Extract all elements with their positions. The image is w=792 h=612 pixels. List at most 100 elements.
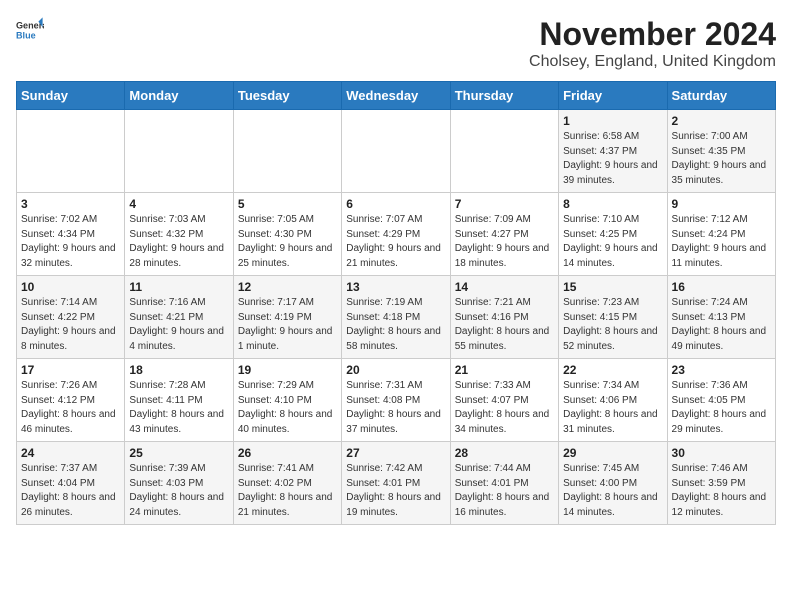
calendar-cell: 9 Sunrise: 7:12 AM Sunset: 4:24 PM Daylig… [667,193,775,276]
day-number: 2 [672,114,771,128]
calendar-cell [125,110,233,193]
day-header-saturday: Saturday [667,82,775,110]
svg-text:Blue: Blue [16,30,36,40]
day-number: 25 [129,446,228,460]
day-info: Sunrise: 7:26 AM Sunset: 4:12 PM Dayligh… [21,379,120,437]
day-info: Sunrise: 7:34 AM Sunset: 4:06 PM Dayligh… [563,379,662,437]
calendar-cell: 22Sunrise: 7:34 AM Sunset: 4:06 PM Dayli… [559,359,667,442]
calendar-cell: 30Sunrise: 7:46 AM Sunset: 3:59 PM Dayli… [667,442,775,525]
calendar-cell: 24 Sunrise: 7:37 AM Sunset: 4:04 PM Dayli… [17,442,125,525]
day-number: 16 [672,280,771,294]
calendar-cell: 15 Sunrise: 7:23 AM Sunset: 4:15 PM Dayli… [559,276,667,359]
calendar-cell: 8 Sunrise: 7:10 AM Sunset: 4:25 PM Daylig… [559,193,667,276]
day-number: 10 [21,280,120,294]
calendar-cell: 14 Sunrise: 7:21 AM Sunset: 4:16 PM Dayli… [450,276,558,359]
day-info: Sunrise: 7:33 AM Sunset: 4:07 PM Dayligh… [455,379,554,437]
logo-icon: General Blue [16,16,44,44]
day-number: 27 [346,446,445,460]
day-number: 26 [238,446,337,460]
day-number: 17 [21,363,120,377]
day-header-row: SundayMondayTuesdayWednesdayThursdayFrid… [17,82,776,110]
day-header-monday: Monday [125,82,233,110]
calendar-cell: 21 Sunrise: 7:33 AM Sunset: 4:07 PM Dayli… [450,359,558,442]
day-info: Sunrise: 7:46 AM Sunset: 3:59 PM Dayligh… [672,462,771,520]
day-number: 6 [346,197,445,211]
day-number: 29 [563,446,662,460]
calendar-cell [233,110,341,193]
day-info: Sunrise: 7:45 AM Sunset: 4:00 PM Dayligh… [563,462,662,520]
week-row-3: 17 Sunrise: 7:26 AM Sunset: 4:12 PM Dayli… [17,359,776,442]
day-info: Sunrise: 7:36 AM Sunset: 4:05 PM Dayligh… [672,379,771,437]
header: General Blue November 2024 Cholsey, Engl… [16,16,776,71]
calendar-cell [342,110,450,193]
calendar-cell: 28 Sunrise: 7:44 AM Sunset: 4:01 PM Dayli… [450,442,558,525]
day-info: Sunrise: 7:17 AM Sunset: 4:19 PM Dayligh… [238,296,337,354]
calendar-cell: 5Sunrise: 7:05 AM Sunset: 4:30 PM Daylig… [233,193,341,276]
day-number: 15 [563,280,662,294]
day-info: Sunrise: 6:58 AM Sunset: 4:37 PM Dayligh… [563,130,662,188]
calendar-table: SundayMondayTuesdayWednesdayThursdayFrid… [16,81,776,525]
day-number: 11 [129,280,228,294]
day-number: 23 [672,363,771,377]
day-info: Sunrise: 7:12 AM Sunset: 4:24 PM Dayligh… [672,213,771,271]
day-info: Sunrise: 7:39 AM Sunset: 4:03 PM Dayligh… [129,462,228,520]
calendar-cell: 18 Sunrise: 7:28 AM Sunset: 4:11 PM Dayli… [125,359,233,442]
day-info: Sunrise: 7:02 AM Sunset: 4:34 PM Dayligh… [21,213,120,271]
calendar-cell: 3 Sunrise: 7:02 AM Sunset: 4:34 PM Daylig… [17,193,125,276]
day-info: Sunrise: 7:42 AM Sunset: 4:01 PM Dayligh… [346,462,445,520]
day-header-sunday: Sunday [17,82,125,110]
calendar-cell: 1 Sunrise: 6:58 AM Sunset: 4:37 PM Daylig… [559,110,667,193]
week-row-0: 1 Sunrise: 6:58 AM Sunset: 4:37 PM Daylig… [17,110,776,193]
day-header-friday: Friday [559,82,667,110]
calendar-cell: 11Sunrise: 7:16 AM Sunset: 4:21 PM Dayli… [125,276,233,359]
calendar-cell: 16 Sunrise: 7:24 AM Sunset: 4:13 PM Dayli… [667,276,775,359]
day-info: Sunrise: 7:24 AM Sunset: 4:13 PM Dayligh… [672,296,771,354]
day-info: Sunrise: 7:37 AM Sunset: 4:04 PM Dayligh… [21,462,120,520]
day-number: 3 [21,197,120,211]
day-info: Sunrise: 7:19 AM Sunset: 4:18 PM Dayligh… [346,296,445,354]
calendar-cell: 2 Sunrise: 7:00 AM Sunset: 4:35 PM Daylig… [667,110,775,193]
day-header-wednesday: Wednesday [342,82,450,110]
title-area: November 2024 Cholsey, England, United K… [529,16,776,71]
day-info: Sunrise: 7:10 AM Sunset: 4:25 PM Dayligh… [563,213,662,271]
calendar-cell: 12Sunrise: 7:17 AM Sunset: 4:19 PM Dayli… [233,276,341,359]
day-number: 24 [21,446,120,460]
calendar-cell: 13Sunrise: 7:19 AM Sunset: 4:18 PM Dayli… [342,276,450,359]
day-info: Sunrise: 7:29 AM Sunset: 4:10 PM Dayligh… [238,379,337,437]
day-number: 28 [455,446,554,460]
day-number: 4 [129,197,228,211]
calendar-cell: 27 Sunrise: 7:42 AM Sunset: 4:01 PM Dayli… [342,442,450,525]
day-number: 19 [238,363,337,377]
day-number: 21 [455,363,554,377]
calendar-cell: 19 Sunrise: 7:29 AM Sunset: 4:10 PM Dayli… [233,359,341,442]
calendar-cell [450,110,558,193]
calendar-cell: 4Sunrise: 7:03 AM Sunset: 4:32 PM Daylig… [125,193,233,276]
day-info: Sunrise: 7:09 AM Sunset: 4:27 PM Dayligh… [455,213,554,271]
calendar-cell: 17 Sunrise: 7:26 AM Sunset: 4:12 PM Dayli… [17,359,125,442]
day-number: 9 [672,197,771,211]
day-info: Sunrise: 7:28 AM Sunset: 4:11 PM Dayligh… [129,379,228,437]
calendar-cell: 25 Sunrise: 7:39 AM Sunset: 4:03 PM Dayli… [125,442,233,525]
day-number: 8 [563,197,662,211]
day-info: Sunrise: 7:44 AM Sunset: 4:01 PM Dayligh… [455,462,554,520]
day-number: 14 [455,280,554,294]
day-info: Sunrise: 7:31 AM Sunset: 4:08 PM Dayligh… [346,379,445,437]
day-info: Sunrise: 7:41 AM Sunset: 4:02 PM Dayligh… [238,462,337,520]
day-info: Sunrise: 7:23 AM Sunset: 4:15 PM Dayligh… [563,296,662,354]
day-number: 1 [563,114,662,128]
day-number: 20 [346,363,445,377]
page-title: November 2024 [529,16,776,53]
day-number: 7 [455,197,554,211]
day-number: 18 [129,363,228,377]
calendar-cell: 23 Sunrise: 7:36 AM Sunset: 4:05 PM Dayli… [667,359,775,442]
day-header-tuesday: Tuesday [233,82,341,110]
calendar-cell: 7 Sunrise: 7:09 AM Sunset: 4:27 PM Daylig… [450,193,558,276]
calendar-cell: 29 Sunrise: 7:45 AM Sunset: 4:00 PM Dayli… [559,442,667,525]
day-info: Sunrise: 7:14 AM Sunset: 4:22 PM Dayligh… [21,296,120,354]
day-header-thursday: Thursday [450,82,558,110]
day-info: Sunrise: 7:21 AM Sunset: 4:16 PM Dayligh… [455,296,554,354]
day-number: 5 [238,197,337,211]
day-info: Sunrise: 7:00 AM Sunset: 4:35 PM Dayligh… [672,130,771,188]
page-subtitle: Cholsey, England, United Kingdom [529,53,776,71]
week-row-2: 10 Sunrise: 7:14 AM Sunset: 4:22 PM Dayli… [17,276,776,359]
